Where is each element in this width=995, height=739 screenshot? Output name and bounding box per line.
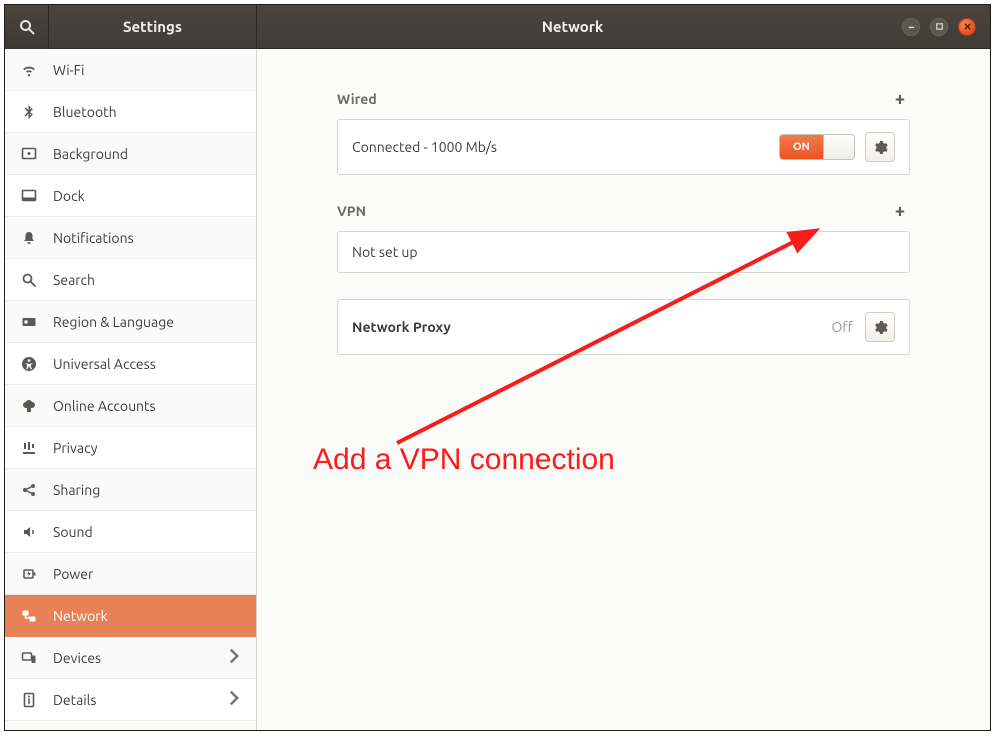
sidebar-item-label: Online Accounts — [53, 398, 242, 414]
sidebar-item-wifi[interactable]: Wi-Fi — [5, 49, 256, 91]
sidebar-item-background[interactable]: Background — [5, 133, 256, 175]
toggle-knob — [823, 135, 854, 159]
window-controls — [888, 18, 990, 36]
region-icon — [19, 314, 39, 330]
sidebar-item-power[interactable]: Power — [5, 553, 256, 595]
sidebar-item-region[interactable]: Region & Language — [5, 301, 256, 343]
sidebar-title: Settings — [49, 5, 257, 49]
maximize-button[interactable] — [930, 18, 948, 36]
chevron-right-icon — [226, 690, 242, 709]
search-button[interactable] — [5, 5, 49, 49]
sidebar-item-dock[interactable]: Dock — [5, 175, 256, 217]
devices-icon — [19, 650, 39, 666]
sidebar-item-bluetooth[interactable]: Bluetooth — [5, 91, 256, 133]
add-wired-button[interactable]: + — [890, 89, 910, 109]
wired-status-text: Connected - 1000 Mb/s — [352, 139, 779, 155]
sidebar-item-label: Details — [53, 692, 212, 708]
sidebar: Wi-Fi Bluetooth Background Dock Notifica… — [5, 49, 257, 730]
minimize-icon — [907, 22, 916, 31]
sidebar-item-label: Power — [53, 566, 242, 582]
wired-settings-button[interactable] — [865, 132, 895, 162]
sidebar-item-notifications[interactable]: Notifications — [5, 217, 256, 259]
sidebar-item-label: Privacy — [53, 440, 242, 456]
cloud-icon — [19, 398, 39, 414]
network-proxy-status: Off — [831, 319, 853, 335]
background-icon — [19, 146, 39, 162]
wired-toggle[interactable]: ON — [779, 134, 855, 160]
sidebar-item-label: Region & Language — [53, 314, 242, 330]
sidebar-item-privacy[interactable]: Privacy — [5, 427, 256, 469]
titlebar: Settings Network — [5, 5, 990, 49]
sidebar-item-label: Background — [53, 146, 242, 162]
power-icon — [19, 566, 39, 582]
sound-icon — [19, 524, 39, 540]
sidebar-item-label: Devices — [53, 650, 212, 666]
sidebar-item-network[interactable]: Network — [5, 595, 256, 637]
sidebar-item-label: Sharing — [53, 482, 242, 498]
close-button[interactable] — [958, 18, 976, 36]
window-title: Network — [257, 18, 888, 35]
sidebar-item-label: Sound — [53, 524, 242, 540]
close-icon — [963, 22, 972, 31]
dock-icon — [19, 188, 39, 204]
vpn-label: VPN — [337, 203, 366, 219]
chevron-right-icon — [226, 648, 242, 667]
sidebar-item-label: Search — [53, 272, 242, 288]
network-proxy-label: Network Proxy — [352, 319, 831, 335]
network-icon — [19, 608, 39, 624]
sidebar-item-label: Notifications — [53, 230, 242, 246]
wired-connection-row: Connected - 1000 Mb/s ON — [337, 119, 910, 175]
main-content: Wired + Connected - 1000 Mb/s ON VPN — [257, 49, 990, 730]
details-icon — [19, 692, 39, 708]
sidebar-item-label: Universal Access — [53, 356, 242, 372]
sidebar-item-sound[interactable]: Sound — [5, 511, 256, 553]
plus-icon: + — [895, 202, 905, 220]
sidebar-item-label: Dock — [53, 188, 242, 204]
sidebar-item-label: Wi-Fi — [53, 62, 242, 78]
settings-window: Settings Network Wi-Fi Bluetooth — [4, 4, 991, 731]
search-icon — [19, 19, 35, 35]
wired-label: Wired — [337, 91, 377, 107]
vpn-status-row: Not set up — [337, 231, 910, 273]
wifi-icon — [19, 62, 39, 78]
annotation-text: Add a VPN connection — [313, 443, 615, 477]
network-proxy-row[interactable]: Network Proxy Off — [337, 299, 910, 355]
privacy-icon — [19, 440, 39, 456]
sidebar-item-sharing[interactable]: Sharing — [5, 469, 256, 511]
sidebar-item-universal-access[interactable]: Universal Access — [5, 343, 256, 385]
search-icon — [19, 272, 39, 288]
toggle-on-label: ON — [780, 135, 823, 159]
sidebar-item-label: Network — [53, 608, 242, 624]
gear-icon — [873, 320, 888, 335]
sidebar-item-label: Bluetooth — [53, 104, 242, 120]
vpn-status-text: Not set up — [352, 244, 895, 260]
sidebar-item-search[interactable]: Search — [5, 259, 256, 301]
sharing-icon — [19, 482, 39, 498]
maximize-icon — [935, 22, 944, 31]
sidebar-item-online-accounts[interactable]: Online Accounts — [5, 385, 256, 427]
add-vpn-button[interactable]: + — [890, 201, 910, 221]
gear-icon — [873, 140, 888, 155]
sidebar-item-devices[interactable]: Devices — [5, 637, 256, 679]
vpn-section-header: VPN + — [337, 201, 910, 221]
minimize-button[interactable] — [902, 18, 920, 36]
proxy-settings-button[interactable] — [865, 312, 895, 342]
bluetooth-icon — [19, 104, 39, 120]
plus-icon: + — [895, 90, 905, 108]
accessibility-icon — [19, 356, 39, 372]
wired-section-header: Wired + — [337, 89, 910, 109]
bell-icon — [19, 230, 39, 246]
sidebar-item-details[interactable]: Details — [5, 679, 256, 721]
